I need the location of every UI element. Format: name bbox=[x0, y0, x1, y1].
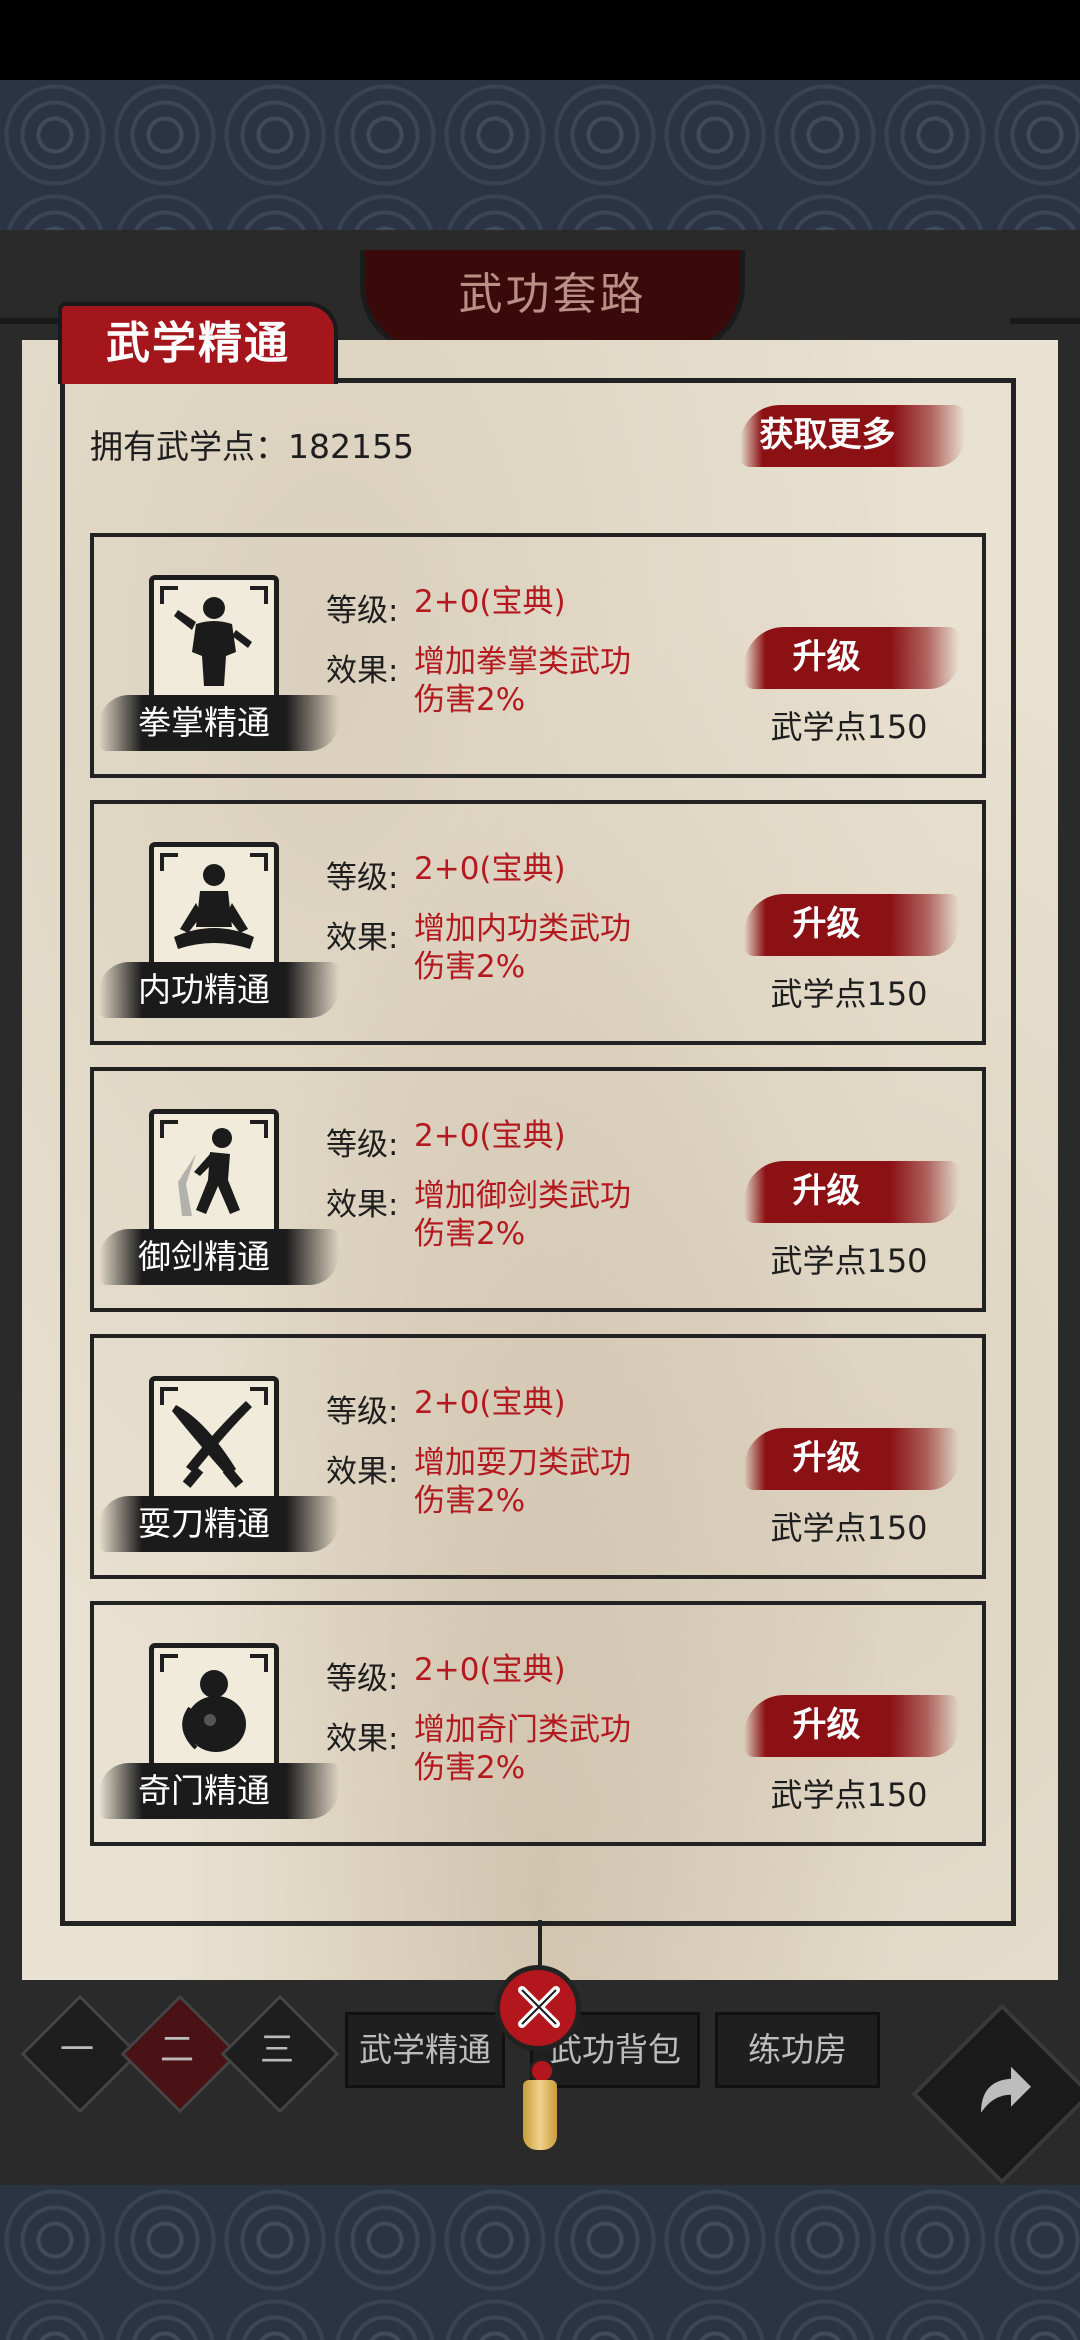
skill-card: 内功精通 等级: 2+0(宝典) 效果: 增加内功类武功 伤害2% 升级 武学点… bbox=[90, 800, 986, 1045]
level-label: 等级: bbox=[326, 1661, 399, 1697]
close-icon bbox=[518, 1986, 560, 2028]
upgrade-button[interactable]: 升级 bbox=[744, 1428, 959, 1490]
page-button-2-label: 二 bbox=[160, 2030, 194, 2070]
skill-name: 耍刀精通 bbox=[138, 1504, 270, 1543]
level-value: 2+0(宝典) bbox=[414, 1652, 566, 1688]
bottom-pattern-band bbox=[0, 2185, 1080, 2340]
skill-card: 奇门精通 等级: 2+0(宝典) 效果: 增加奇门类武功 伤害2% 升级 武学点… bbox=[90, 1601, 986, 1846]
close-button[interactable] bbox=[495, 1965, 581, 2051]
level-label: 等级: bbox=[326, 860, 399, 896]
panel-title-tag: 武学精通 bbox=[58, 302, 338, 384]
running-figure-icon bbox=[149, 1109, 279, 1239]
upgrade-label: 升级 bbox=[792, 1171, 861, 1211]
skill-name: 内功精通 bbox=[138, 970, 270, 1009]
level-value: 2+0(宝典) bbox=[414, 1118, 566, 1154]
effect-label: 效果: bbox=[326, 1187, 399, 1223]
points-value: 182155 bbox=[288, 427, 414, 466]
tab-training-room[interactable]: 练功房 bbox=[715, 2012, 880, 2088]
effect-line-1: 增加耍刀类武功 bbox=[414, 1445, 631, 1481]
skill-name: 奇门精通 bbox=[138, 1771, 270, 1810]
panel-title: 武学精通 bbox=[106, 318, 290, 369]
status-bar bbox=[0, 0, 1080, 80]
upgrade-cost: 武学点150 bbox=[770, 708, 928, 746]
upgrade-button[interactable]: 升级 bbox=[744, 1161, 959, 1223]
skill-name-brush: 内功精通 bbox=[99, 962, 339, 1018]
tab-label: 练功房 bbox=[748, 2030, 847, 2069]
effect-line-2: 伤害2% bbox=[414, 682, 526, 718]
effect-line-1: 增加御剑类武功 bbox=[414, 1178, 631, 1214]
effect-label: 效果: bbox=[326, 920, 399, 956]
page-button-1-label: 一 bbox=[60, 2030, 94, 2070]
upgrade-cost: 武学点150 bbox=[770, 1242, 928, 1280]
skill-name: 拳掌精通 bbox=[138, 703, 270, 742]
level-label: 等级: bbox=[326, 593, 399, 629]
points-display: 拥有武学点：182155 bbox=[90, 420, 414, 468]
effect-label: 效果: bbox=[326, 1454, 399, 1490]
effect-label: 效果: bbox=[326, 1721, 399, 1757]
effect-label: 效果: bbox=[326, 653, 399, 689]
upgrade-button[interactable]: 升级 bbox=[744, 1695, 959, 1757]
fist-palm-figure-icon bbox=[149, 575, 279, 705]
meditation-figure-icon bbox=[149, 842, 279, 972]
level-label: 等级: bbox=[326, 1394, 399, 1430]
upgrade-button[interactable]: 升级 bbox=[744, 894, 959, 956]
skill-card: 拳掌精通 等级: 2+0(宝典) 效果: 增加拳掌类武功 伤害2% 升级 武学点… bbox=[90, 533, 986, 778]
skill-card: 耍刀精通 等级: 2+0(宝典) 效果: 增加耍刀类武功 伤害2% 升级 武学点… bbox=[90, 1334, 986, 1579]
upgrade-cost: 武学点150 bbox=[770, 1509, 928, 1547]
skill-name-brush: 耍刀精通 bbox=[99, 1496, 339, 1552]
level-value: 2+0(宝典) bbox=[414, 584, 566, 620]
tab-label: 武学精通 bbox=[359, 2030, 491, 2069]
upgrade-label: 升级 bbox=[792, 1438, 861, 1478]
skill-name-brush: 奇门精通 bbox=[99, 1763, 339, 1819]
effect-line-1: 增加奇门类武功 bbox=[414, 1712, 631, 1748]
points-label: 拥有武学点： bbox=[90, 427, 288, 466]
skill-name: 御剑精通 bbox=[138, 1237, 270, 1276]
crossed-blades-icon bbox=[149, 1376, 279, 1506]
close-hanger-line bbox=[538, 1920, 542, 1970]
page-button-3-label: 三 bbox=[260, 2030, 294, 2070]
tassel-ornament bbox=[523, 2080, 557, 2150]
tab-martial-mastery[interactable]: 武学精通 bbox=[345, 2012, 505, 2088]
curved-arrow-icon bbox=[981, 2066, 1031, 2113]
level-value: 2+0(宝典) bbox=[414, 1385, 566, 1421]
upgrade-label: 升级 bbox=[792, 637, 861, 677]
upgrade-label: 升级 bbox=[792, 1705, 861, 1745]
effect-line-1: 增加拳掌类武功 bbox=[414, 644, 631, 680]
upgrade-label: 升级 bbox=[792, 904, 861, 944]
effect-line-2: 伤害2% bbox=[414, 949, 526, 985]
effect-line-1: 增加内功类武功 bbox=[414, 911, 631, 947]
effect-line-2: 伤害2% bbox=[414, 1750, 526, 1786]
header-tab-title: 武功套路 bbox=[458, 269, 647, 320]
top-pattern-band bbox=[0, 80, 1080, 230]
gourd-weapon-icon bbox=[149, 1643, 279, 1773]
effect-line-2: 伤害2% bbox=[414, 1483, 526, 1519]
upgrade-cost: 武学点150 bbox=[770, 975, 928, 1013]
skill-name-brush: 御剑精通 bbox=[99, 1229, 339, 1285]
level-value: 2+0(宝典) bbox=[414, 851, 566, 887]
skill-card: 御剑精通 等级: 2+0(宝典) 效果: 增加御剑类武功 伤害2% 升级 武学点… bbox=[90, 1067, 986, 1312]
get-more-button[interactable]: 获取更多 bbox=[740, 405, 965, 467]
right-rail bbox=[1010, 318, 1080, 324]
upgrade-button[interactable]: 升级 bbox=[744, 627, 959, 689]
upgrade-cost: 武学点150 bbox=[770, 1776, 928, 1814]
level-label: 等级: bbox=[326, 1127, 399, 1163]
skill-name-brush: 拳掌精通 bbox=[99, 695, 339, 751]
get-more-label: 获取更多 bbox=[759, 415, 896, 455]
effect-line-2: 伤害2% bbox=[414, 1216, 526, 1252]
